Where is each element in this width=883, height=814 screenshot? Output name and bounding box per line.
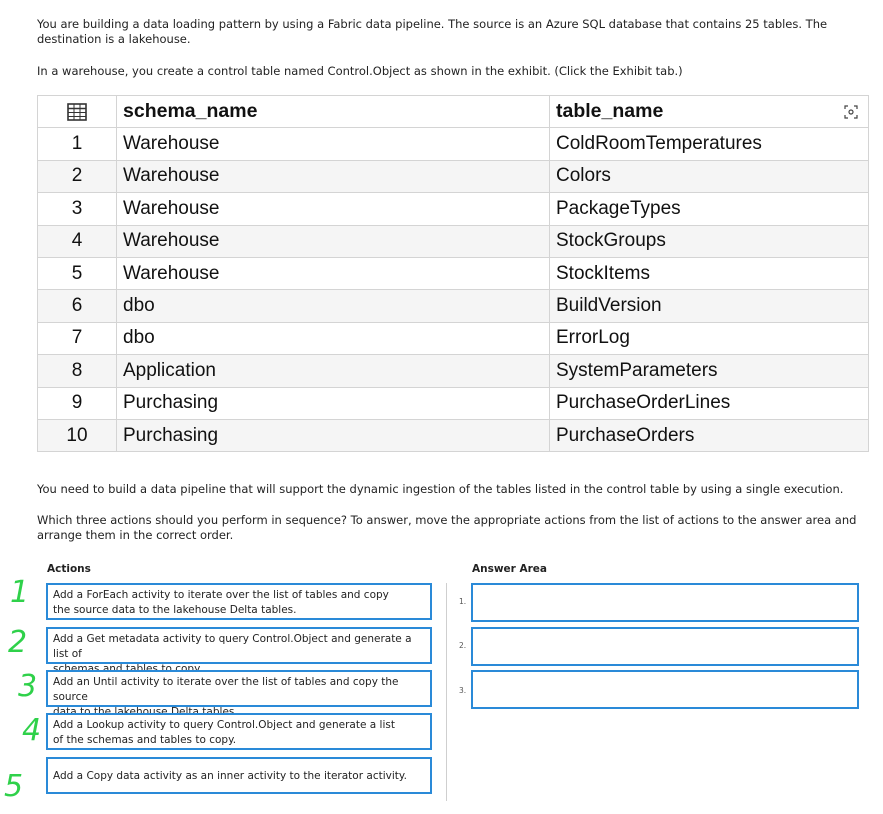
table-name-cell: PackageTypes (549, 192, 869, 226)
grid-icon (37, 94, 117, 129)
column-header-table-name-label: table_name (556, 100, 664, 123)
table-name-cell: SystemParameters (549, 354, 869, 388)
table-row: 3 Warehouse PackageTypes (37, 192, 869, 226)
row-number: 2 (37, 159, 117, 194)
action-text-line: the source data to the lakehouse Delta t… (53, 604, 297, 616)
table-name-cell: StockGroups (549, 224, 869, 258)
action-text-line: Add a Lookup activity to query Control.O… (53, 719, 395, 731)
question-need-line: You need to build a data pipeline that w… (37, 482, 844, 496)
schema-cell: Warehouse (116, 127, 550, 161)
schema-cell: Application (116, 354, 550, 388)
question-warehouse-line: In a warehouse, you create a control tab… (37, 64, 683, 78)
handwritten-number: 2 (8, 625, 28, 660)
table-row: 7 dbo ErrorLog (37, 321, 869, 356)
table-row: 9 Purchasing PurchaseOrderLines (37, 386, 869, 420)
action-lookup[interactable]: Add a Lookup activity to query Control.O… (46, 713, 432, 750)
answer-slot-number: 2. (459, 641, 467, 650)
row-number: 9 (37, 386, 117, 420)
table-name-cell: ErrorLog (549, 321, 869, 356)
action-foreach[interactable]: Add a ForEach activity to iterate over t… (46, 583, 432, 620)
row-number: 4 (37, 224, 117, 258)
row-number: 1 (37, 127, 117, 161)
expand-icon[interactable] (844, 105, 858, 119)
table-name-cell: PurchaseOrders (549, 418, 869, 453)
action-text-line: Add a ForEach activity to iterate over t… (53, 589, 389, 601)
divider (446, 583, 447, 801)
action-text-line: Add a Get metadata activity to query Con… (53, 633, 412, 660)
schema-cell: Warehouse (116, 192, 550, 226)
table-row: 8 Application SystemParameters (37, 354, 869, 388)
table-row: 1 Warehouse ColdRoomTemperatures (37, 127, 869, 161)
action-text-line: Add a Copy data activity as an inner act… (53, 770, 407, 782)
row-number: 10 (37, 418, 117, 453)
table-name-cell: ColdRoomTemperatures (549, 127, 869, 161)
table-row: 2 Warehouse Colors (37, 159, 869, 194)
schema-cell: Purchasing (116, 386, 550, 420)
table-row: 4 Warehouse StockGroups (37, 224, 869, 258)
table-name-cell: PurchaseOrderLines (549, 386, 869, 420)
schema-cell: Warehouse (116, 256, 550, 291)
handwritten-number: 5 (4, 769, 24, 804)
table-name-cell: StockItems (549, 256, 869, 291)
handwritten-number: 3 (18, 669, 38, 704)
table-row: 6 dbo BuildVersion (37, 289, 869, 323)
answer-slot-3[interactable] (471, 670, 859, 709)
question-intro: You are building a data loading pattern … (37, 17, 828, 46)
schema-cell: Purchasing (116, 418, 550, 453)
exhibit-table: schema_name table_name 1 Warehouse ColdR… (37, 94, 869, 453)
table-row: 10 Purchasing PurchaseOrders (37, 418, 869, 453)
schema-cell: dbo (116, 321, 550, 356)
answer-area-heading: Answer Area (472, 563, 548, 575)
row-number: 3 (37, 192, 117, 226)
row-number: 6 (37, 289, 117, 323)
handwritten-number: 4 (22, 713, 42, 748)
question-instructions: Which three actions should you perform i… (37, 513, 857, 542)
action-copy-data[interactable]: Add a Copy data activity as an inner act… (46, 757, 432, 794)
column-header-table-name: table_name (549, 94, 869, 129)
row-number: 8 (37, 354, 117, 388)
column-header-schema-name: schema_name (116, 94, 550, 129)
schema-cell: dbo (116, 289, 550, 323)
row-number: 5 (37, 256, 117, 291)
row-number: 7 (37, 321, 117, 356)
action-until[interactable]: Add an Until activity to iterate over th… (46, 670, 432, 718)
action-text-line: of the schemas and tables to copy. (53, 734, 237, 746)
answer-slot-2[interactable] (471, 627, 859, 666)
schema-cell: Warehouse (116, 159, 550, 194)
action-get-metadata[interactable]: Add a Get metadata activity to query Con… (46, 627, 432, 675)
answer-slot-number: 3. (459, 686, 467, 695)
handwritten-number: 1 (10, 575, 30, 610)
schema-cell: Warehouse (116, 224, 550, 258)
table-row: 5 Warehouse StockItems (37, 256, 869, 291)
table-name-cell: BuildVersion (549, 289, 869, 323)
table-name-cell: Colors (549, 159, 869, 194)
answer-slot-number: 1. (459, 597, 467, 606)
actions-heading: Actions (47, 563, 91, 575)
exhibit-header-row: schema_name table_name (37, 94, 869, 129)
answer-slot-1[interactable] (471, 583, 859, 622)
action-text-line: Add an Until activity to iterate over th… (53, 676, 399, 703)
